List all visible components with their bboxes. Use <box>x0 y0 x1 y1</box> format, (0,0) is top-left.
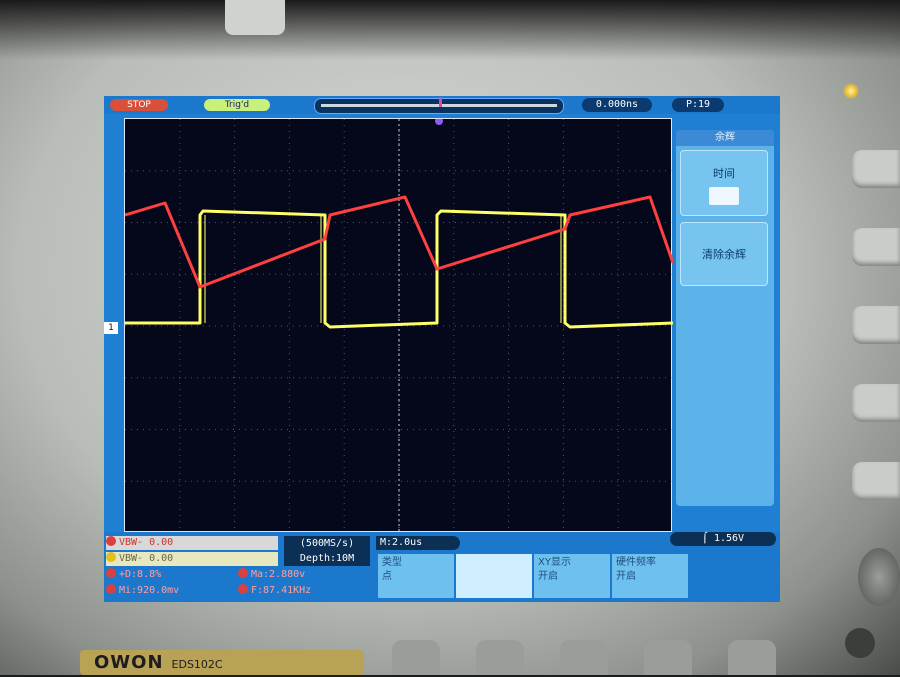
measure-dot-icon-2 <box>238 568 248 578</box>
ch1-bandwidth-row: VBW- 0.00 <box>106 552 278 566</box>
ch1-bandwidth-text: VBW- 0.00 <box>119 553 174 564</box>
freq-measure-text: F:87.41KHz <box>251 585 312 596</box>
menu-item-clear-persistence[interactable]: 清除余辉 <box>680 222 768 286</box>
trigger-level-value: 1.56V <box>713 533 745 544</box>
bottom-button-1[interactable] <box>392 640 440 675</box>
channel-1-marker: 1 <box>104 322 118 334</box>
bezel-shadow <box>0 0 900 60</box>
trigger-position-readout: P:19 <box>672 98 724 112</box>
brand-name: OWON <box>94 652 164 673</box>
measure-dot-icon-4 <box>238 584 248 594</box>
adjust-knob[interactable] <box>845 628 875 658</box>
side-menu-button-4[interactable] <box>852 384 900 422</box>
softkey-type-label: 类型 <box>382 557 402 568</box>
ch2-bandwidth-row: VBW- 0.00 <box>106 536 278 550</box>
run-status-badge: STOP <box>110 99 168 111</box>
duty-measure-row: +D:8.8% <box>106 568 236 582</box>
menu-item-time-value <box>709 187 739 205</box>
softkey-type[interactable]: 类型 点 <box>378 554 454 598</box>
acquisition-box: (500MS/s) Depth:10M <box>284 536 370 566</box>
time-offset-readout: 0.000ns <box>582 98 652 112</box>
status-bar: STOP Trig'd 0.000ns P:19 <box>104 96 780 114</box>
bottom-button-5[interactable] <box>728 640 776 675</box>
side-menu-button-5[interactable] <box>852 462 900 500</box>
waveform-plot <box>125 119 673 533</box>
memory-position-marker <box>439 97 442 107</box>
freq-measure-row: F:87.41KHz <box>238 584 368 598</box>
trigger-edge-icon: ⌠ <box>701 533 708 544</box>
measure-dot-icon-1 <box>106 568 116 578</box>
timebase-readout: M:2.0us <box>376 536 460 550</box>
softkey-persistence[interactable] <box>456 554 532 598</box>
trigger-time-marker <box>435 119 443 125</box>
duty-measure-text: +D:8.8% <box>119 569 162 580</box>
softkey-hw-frequency[interactable]: 硬件频率 开启 <box>612 554 688 598</box>
waveform-grid <box>124 118 673 533</box>
softkey-xy-display[interactable]: XY显示 开启 <box>534 554 610 598</box>
lcd-screen: STOP Trig'd 0.000ns P:19 1 余辉 时间 清除余辉 VB… <box>104 96 780 602</box>
ch2-dot-icon <box>106 536 116 546</box>
softkey-type-value: 点 <box>382 571 392 582</box>
softkey-hw-freq-value: 开启 <box>616 571 636 582</box>
softkey-xy-value: 开启 <box>538 571 558 582</box>
side-menu-button-3[interactable] <box>852 306 900 344</box>
min-measure-text: Mi:920.0mv <box>119 585 180 596</box>
memory-position-bar <box>314 97 564 114</box>
trigger-level-readout: ⌠ 1.56V <box>670 532 776 546</box>
multipurpose-knob[interactable] <box>858 548 900 606</box>
side-menu-button-1[interactable] <box>852 150 900 188</box>
power-led <box>843 83 859 99</box>
measure-dot-icon-3 <box>106 584 116 594</box>
softkey-hw-freq-label: 硬件频率 <box>616 557 656 568</box>
softkey-xy-label: XY显示 <box>538 557 571 568</box>
brand-label: OWON EDS102C <box>80 650 364 675</box>
bottom-panel: VBW- 0.00 VBW- 0.00 +D:8.8% Ma:2.880v Mi… <box>104 532 780 602</box>
bottom-button-2[interactable] <box>476 640 524 675</box>
sample-rate: (500MS/s) <box>299 538 355 549</box>
menu-title: 余辉 <box>676 130 774 146</box>
menu-item-time[interactable]: 时间 <box>680 150 768 216</box>
max-measure-row: Ma:2.880v <box>238 568 368 582</box>
memory-depth: Depth:10M <box>299 553 355 564</box>
top-handle <box>225 0 285 35</box>
trigger-status-badge: Trig'd <box>204 99 270 111</box>
bottom-button-3[interactable] <box>560 640 608 675</box>
menu-item-clear-label: 清除余辉 <box>702 248 746 261</box>
menu-item-time-label: 时间 <box>713 167 735 180</box>
bottom-button-4[interactable] <box>644 640 692 675</box>
ch1-dot-icon <box>106 552 116 562</box>
persistence-menu: 余辉 时间 清除余辉 <box>676 130 774 506</box>
min-measure-row: Mi:920.0mv <box>106 584 236 598</box>
model-name: EDS102C <box>171 658 223 671</box>
max-measure-text: Ma:2.880v <box>251 569 306 580</box>
side-menu-button-2[interactable] <box>852 228 900 266</box>
ch2-bandwidth-text: VBW- 0.00 <box>119 537 174 548</box>
